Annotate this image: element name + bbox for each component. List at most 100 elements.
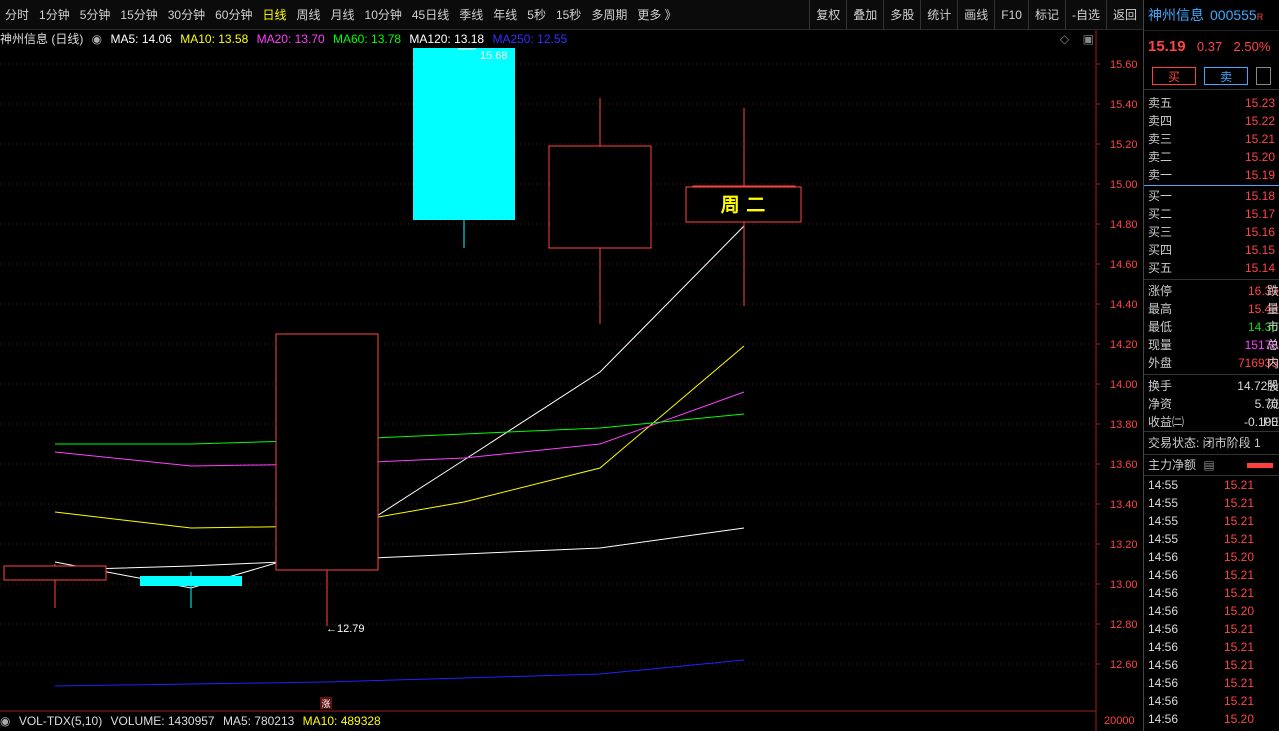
tick-price: 15.21 <box>1224 658 1255 672</box>
quote-value: 15.20 <box>1244 150 1275 164</box>
ma-line-ma5 <box>54 225 745 589</box>
tool-button[interactable]: 叠加 <box>846 0 883 30</box>
kline-chart[interactable]: 15.60 15.40 15.20 15.00 14.80 14.60 14.40 14.20… <box>0 0 1143 731</box>
y-tick-label: 13.80 <box>1110 419 1138 431</box>
y-tick-label: 14.60 <box>1110 259 1138 271</box>
period-tab[interactable]: 15秒 <box>551 0 586 30</box>
period-tab[interactable]: 季线 <box>454 0 488 30</box>
tool-button[interactable]: 画线 <box>957 0 994 30</box>
window-icon[interactable]: ▣ <box>1083 32 1094 46</box>
tick-row: 14:56 15.21 <box>1144 638 1279 656</box>
price-change: 0.37 <box>1196 39 1223 54</box>
period-tab[interactable]: 年线 <box>488 0 522 30</box>
quote-extra: 内 <box>1266 356 1279 370</box>
period-tab[interactable]: 1分钟 <box>34 0 75 30</box>
y-tick-label: 15.20 <box>1110 139 1138 151</box>
tick-time: 14:55 <box>1148 532 1179 546</box>
tool-button[interactable]: 标记 <box>1027 0 1065 30</box>
tick-price: 15.21 <box>1224 622 1255 636</box>
period-tabs: 分时 1分钟 5分钟 15分钟 30分钟 60分钟 日线 周线 月线 10分钟 45日线 季线 年线 5秒… <box>0 0 682 30</box>
quote-value: 15.17 <box>1244 207 1275 221</box>
period-tab[interactable]: 10分钟 <box>360 0 407 30</box>
period-tab[interactable]: 15分钟 <box>115 0 162 30</box>
tick-price: 15.21 <box>1224 568 1255 582</box>
period-toolbar: 分时 1分钟 5分钟 15分钟 30分钟 60分钟 日线 周线 月线 10分钟 45日线 季线 年线 5秒… <box>0 0 1143 30</box>
y-tick-label: 12.80 <box>1110 619 1138 631</box>
section-divider <box>1144 374 1279 375</box>
trade-state: 交易状态: 闭市阶段 1 <box>1144 431 1279 454</box>
ma60-label: MA60: 13.78 <box>333 32 402 46</box>
quote-label: 最高 <box>1148 302 1173 316</box>
quote-row: 卖一 15.19 <box>1144 166 1279 184</box>
quote-label: 卖三 <box>1148 132 1173 146</box>
vol-settings-icon[interactable]: ◉ <box>0 714 10 728</box>
tick-row: 14:56 15.21 <box>1144 656 1279 674</box>
tick-time: 14:55 <box>1148 514 1179 528</box>
period-tab[interactable]: 30分钟 <box>163 0 210 30</box>
period-tab[interactable]: 60分钟 <box>210 0 257 30</box>
y-tick-label: 13.60 <box>1110 459 1138 471</box>
tick-price: 15.21 <box>1224 532 1255 546</box>
quote-extra: 跌 <box>1266 284 1279 298</box>
quote-value: 15.14 <box>1244 261 1275 275</box>
period-tab[interactable]: 5秒 <box>522 0 551 30</box>
quote-value: 15.18 <box>1244 189 1275 203</box>
y-tick-label: 15.40 <box>1110 99 1138 111</box>
period-tab[interactable]: 5分钟 <box>75 0 116 30</box>
more-trade-button[interactable] <box>1256 67 1271 85</box>
ma10-label: MA10: 13.58 <box>180 32 249 46</box>
candle-body <box>140 576 242 586</box>
quote-label: 买二 <box>1148 207 1173 221</box>
period-tab[interactable]: 多周期 <box>586 0 632 30</box>
period-tab[interactable]: 分时 <box>0 0 34 30</box>
quote-extra: 流 <box>1266 397 1279 411</box>
quote-extra: 市 <box>1266 320 1279 334</box>
period-tab[interactable]: 日线 <box>257 0 291 30</box>
quote-panel: 神州信息 000555R 15.19 0.37 2.50% 买 卖 卖五 15.23… <box>1143 0 1279 731</box>
tick-price: 15.21 <box>1224 478 1255 492</box>
ma-settings-icon[interactable]: ◉ <box>92 32 102 46</box>
tick-time: 14:56 <box>1148 712 1179 726</box>
tick-list[interactable]: 14:55 15.21 14:55 15.21 14:55 15.21 14:55 15.21… <box>1144 475 1279 728</box>
chart-tools: 复权 叠加 多股 统计 画线 F10 标记 -自选 返回 <box>809 0 1143 30</box>
buy-button[interactable]: 买 <box>1152 67 1197 85</box>
tool-button[interactable]: 复权 <box>809 0 846 30</box>
ma120-label: MA120: 13.18 <box>409 32 485 46</box>
quote-row: 净资 5.70 流 <box>1144 395 1279 413</box>
sell-button[interactable]: 卖 <box>1204 67 1249 85</box>
high-price-label: 15.68 <box>480 50 508 62</box>
quote-label: 买五 <box>1148 261 1173 275</box>
ma5-label: MA5: 14.06 <box>110 32 172 46</box>
quote-value: 15.23 <box>1244 96 1275 110</box>
quote-row: 最低 14.30 市 <box>1144 318 1279 336</box>
candle-body <box>3 565 107 581</box>
quote-row: 卖五 15.23 <box>1144 94 1279 112</box>
tick-time: 14:55 <box>1148 496 1179 510</box>
quote-label: 净资 <box>1148 397 1173 411</box>
quote-row: 买五 15.14 <box>1144 259 1279 277</box>
tool-button[interactable]: 返回 <box>1105 0 1143 30</box>
period-tab[interactable]: 周线 <box>291 0 325 30</box>
list-icon[interactable]: ▤ <box>1203 458 1214 472</box>
diamond-icon[interactable]: ◇ <box>1060 32 1069 46</box>
y-tick-label: 14.20 <box>1110 339 1138 351</box>
tick-time: 14:56 <box>1148 568 1179 582</box>
tool-button[interactable]: 统计 <box>920 0 957 30</box>
tool-button[interactable]: F10 <box>994 0 1028 30</box>
tick-row: 14:56 15.21 <box>1144 620 1279 638</box>
tool-button[interactable]: -自选 <box>1064 0 1106 30</box>
period-tab[interactable]: 更多 》 <box>632 0 681 30</box>
y-tick-label: 14.80 <box>1110 219 1138 231</box>
tool-button[interactable]: 多股 <box>883 0 920 30</box>
volume-legend: ◉ VOL-TDX(5,10) VOLUME: 1430957 MA5: 780… <box>0 712 1135 730</box>
tick-row: 14:55 15.21 <box>1144 512 1279 530</box>
tick-row: 14:56 15.21 <box>1144 584 1279 602</box>
quote-label: 外盘 <box>1148 356 1173 370</box>
period-tab[interactable]: 45日线 <box>407 0 454 30</box>
tick-price: 15.21 <box>1224 676 1255 690</box>
period-tab[interactable]: 月线 <box>326 0 360 30</box>
quote-row: 收益㈡ -0.100 PE <box>1144 413 1279 431</box>
quote-label: 卖四 <box>1148 114 1173 128</box>
tick-time: 14:56 <box>1148 658 1179 672</box>
tick-time: 14:56 <box>1148 694 1179 708</box>
